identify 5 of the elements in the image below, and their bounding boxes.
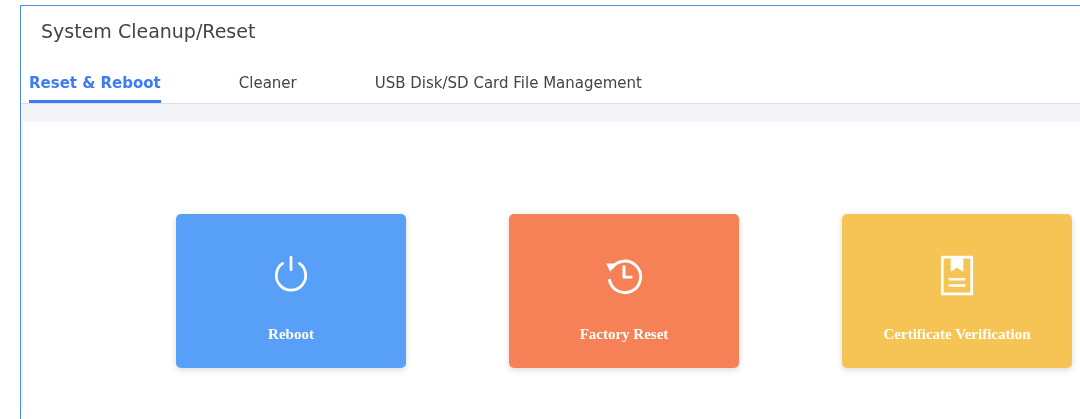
action-card[interactable]: Reboot [176,214,406,368]
tab[interactable]: USB Disk/SD Card File Management [374,64,642,103]
action-card[interactable]: Factory Reset [509,214,739,368]
page-title: System Cleanup/Reset [40,19,257,44]
tab[interactable]: Cleaner [238,64,297,103]
